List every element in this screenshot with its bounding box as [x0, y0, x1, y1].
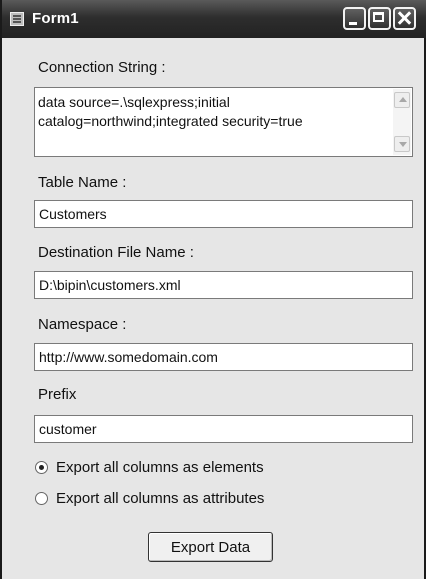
- prefix-label: Prefix: [38, 386, 77, 403]
- export-elements-label[interactable]: Export all columns as elements: [56, 459, 264, 476]
- connection-string-label: Connection String :: [38, 59, 166, 76]
- close-icon[interactable]: [393, 7, 416, 30]
- scroll-up-arrow-icon[interactable]: [394, 92, 410, 108]
- scroll-down-arrow-icon[interactable]: [394, 136, 410, 152]
- namespace-label: Namespace :: [38, 316, 127, 333]
- form1-window: Form1 Connection String : data source=.\…: [0, 0, 426, 579]
- minimize-icon[interactable]: [343, 7, 366, 30]
- destination-file-name-label: Destination File Name :: [38, 244, 194, 261]
- connection-string-input[interactable]: data source=.\sqlexpress;initial catalog…: [34, 87, 413, 157]
- maximize-icon[interactable]: [368, 7, 391, 30]
- export-attributes-label[interactable]: Export all columns as attributes: [56, 490, 264, 507]
- export-attributes-radio[interactable]: [35, 492, 48, 505]
- window-title: Form1: [32, 10, 79, 27]
- destination-file-name-input[interactable]: D:\bipin\customers.xml: [34, 271, 413, 299]
- table-name-input[interactable]: Customers: [34, 200, 413, 228]
- connection-string-text: data source=.\sqlexpress;initial catalog…: [38, 94, 303, 129]
- export-data-button[interactable]: Export Data: [148, 532, 273, 562]
- title-bar[interactable]: Form1: [2, 0, 426, 38]
- form-app-icon[interactable]: [10, 12, 24, 26]
- export-elements-radio[interactable]: [35, 461, 48, 474]
- prefix-input[interactable]: customer: [34, 415, 413, 443]
- vertical-scrollbar[interactable]: [393, 89, 411, 155]
- namespace-input[interactable]: http://www.somedomain.com: [34, 343, 413, 371]
- table-name-label: Table Name :: [38, 174, 127, 191]
